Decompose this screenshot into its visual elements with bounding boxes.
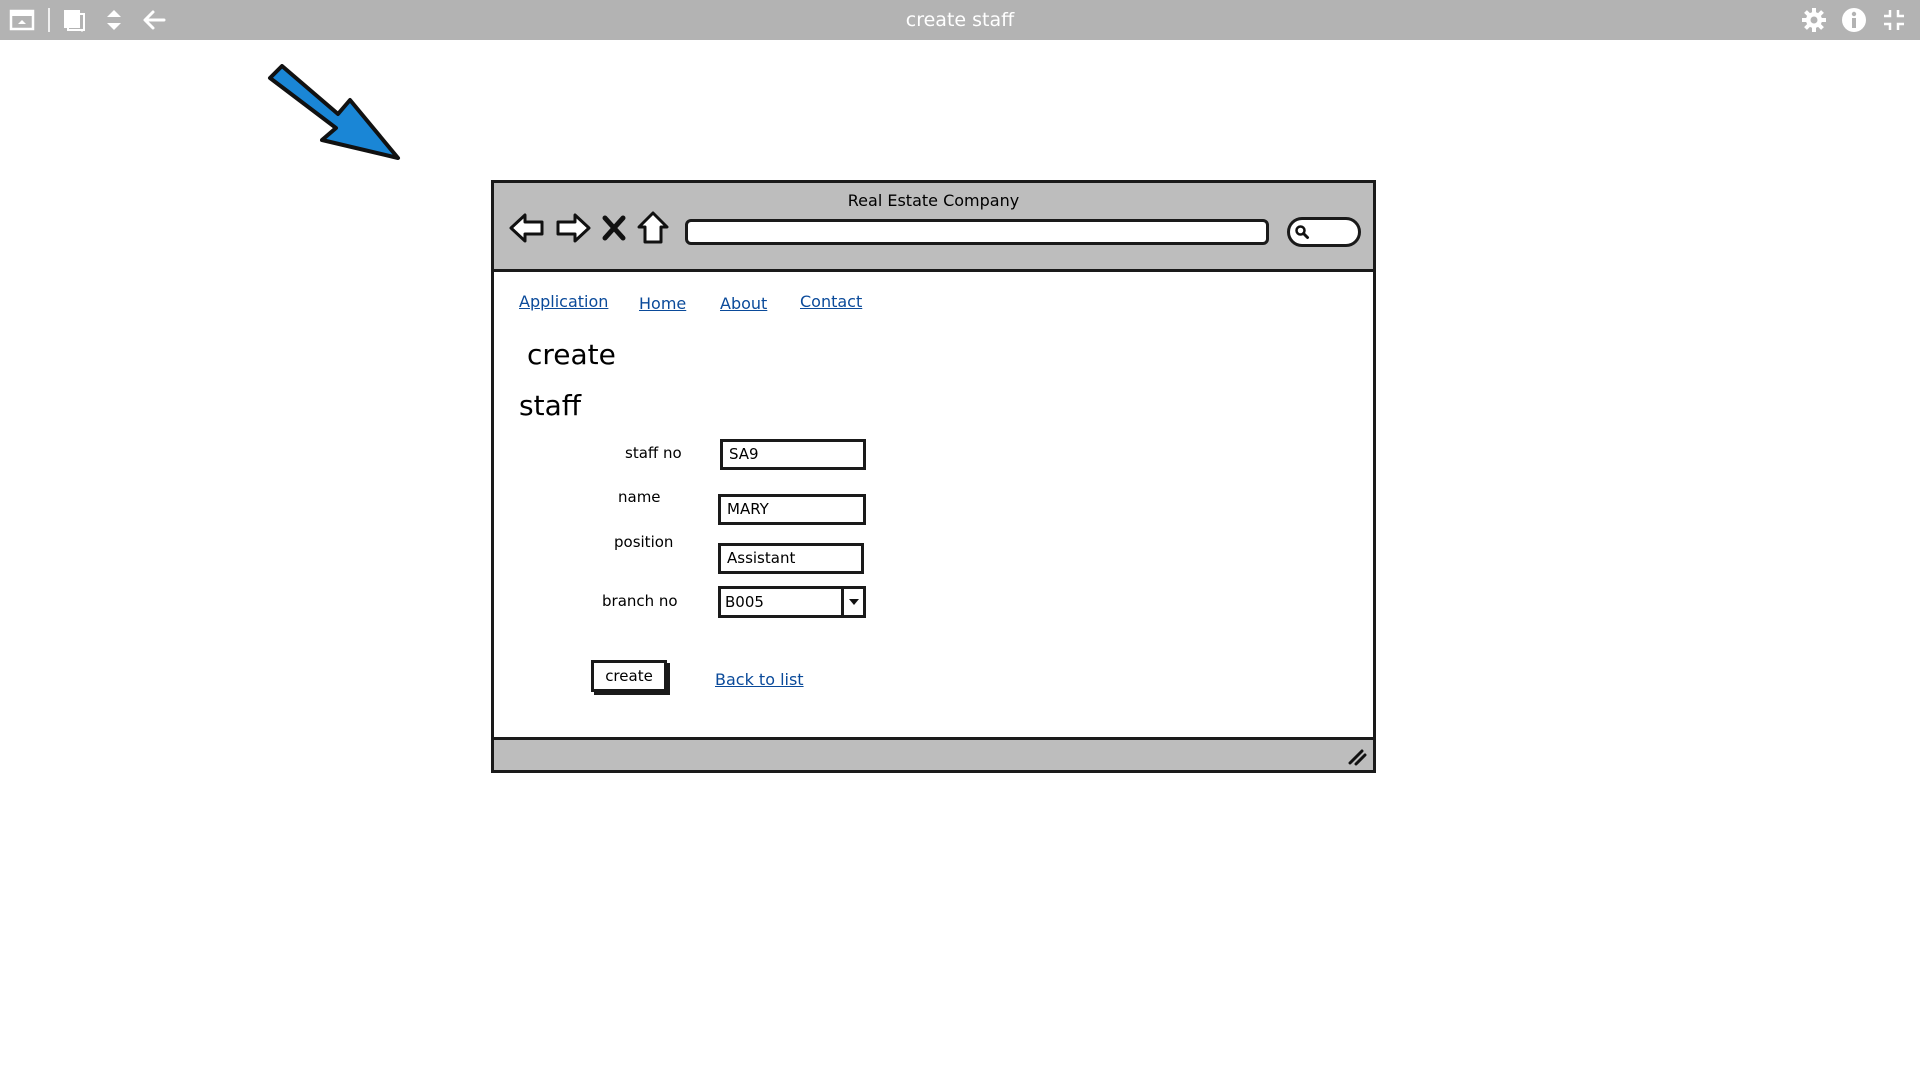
browser-search-field[interactable] xyxy=(1287,217,1361,247)
chevron-down-icon xyxy=(849,599,859,605)
gear-icon[interactable] xyxy=(1800,6,1828,34)
page-content: Application Home About Contact create st… xyxy=(494,272,1373,737)
nav-link-home[interactable]: Home xyxy=(639,294,686,313)
back-to-list-link[interactable]: Back to list xyxy=(715,670,804,689)
create-button[interactable]: create xyxy=(591,660,667,692)
name-input[interactable]: MARY xyxy=(718,494,866,525)
forward-icon[interactable] xyxy=(554,209,592,247)
staff-no-input[interactable]: SA9 xyxy=(720,439,866,470)
browser-title: Real Estate Company xyxy=(847,191,1020,210)
info-icon[interactable] xyxy=(1840,6,1868,34)
pointer-arrow-icon xyxy=(268,64,400,160)
nav-link-about[interactable]: About xyxy=(720,294,767,313)
resize-grip-icon[interactable] xyxy=(1347,748,1367,771)
page-heading-create: create xyxy=(527,338,616,371)
collapse-icon[interactable] xyxy=(1880,6,1908,34)
name-label: name xyxy=(618,488,661,506)
position-input[interactable]: Assistant xyxy=(718,543,864,574)
browser-chrome: Real Estate Company xyxy=(494,183,1373,272)
page-heading-staff: staff xyxy=(519,389,582,422)
staff-no-label: staff no xyxy=(625,444,682,462)
dropdown-button[interactable] xyxy=(841,589,863,615)
home-icon[interactable] xyxy=(634,209,672,247)
nav-link-application[interactable]: Application xyxy=(519,292,608,311)
branch-no-label: branch no xyxy=(602,592,678,610)
nav-link-contact[interactable]: Contact xyxy=(800,292,862,311)
branch-no-select[interactable]: B005 xyxy=(718,586,866,618)
app-toolbar: create staff xyxy=(0,0,1920,40)
back-icon[interactable] xyxy=(508,209,546,247)
branch-no-selected-value: B005 xyxy=(725,593,764,611)
position-label: position xyxy=(614,533,674,551)
browser-window: Real Estate Company Application Home Abo… xyxy=(491,180,1376,773)
close-x-icon[interactable] xyxy=(600,209,628,247)
url-bar[interactable] xyxy=(685,219,1269,245)
browser-status-bar xyxy=(494,737,1373,770)
app-title: create staff xyxy=(905,9,1015,31)
